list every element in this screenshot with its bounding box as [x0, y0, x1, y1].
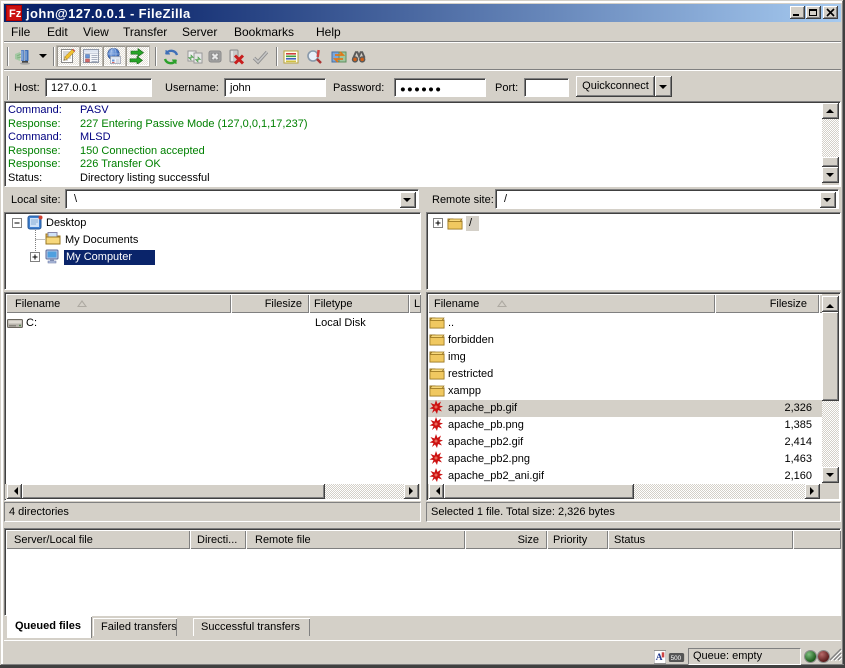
svg-text:A: A [656, 653, 663, 663]
svg-text:Fz: Fz [9, 8, 22, 20]
svg-text:500: 500 [671, 655, 682, 662]
